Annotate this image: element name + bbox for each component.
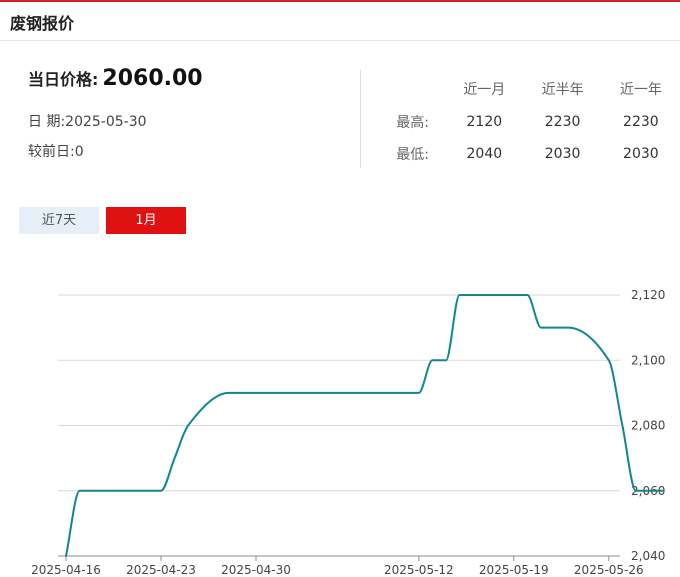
today-price: 当日价格: 2060.00 xyxy=(28,66,203,91)
high-year: 2230 xyxy=(623,114,659,130)
high-low-table: 近一月 近半年 近一年 最高: 2120 2230 2230 最低: 2040 … xyxy=(380,72,680,170)
y-tick-label: 2,080 xyxy=(631,419,665,433)
high-month: 2120 xyxy=(466,114,503,130)
day-change: 较前日:0 xyxy=(28,144,84,160)
col-header-half-year: 近半年 xyxy=(541,82,584,98)
high-half-year: 2230 xyxy=(544,114,581,130)
x-tick-label: 2025-04-23 xyxy=(126,563,196,577)
y-tick-label: 2,120 xyxy=(631,288,665,302)
stats-row-high: 最高: 2120 2230 2230 xyxy=(380,106,680,138)
tab-7-days[interactable]: 近7天 xyxy=(19,207,99,234)
tab-1-month[interactable]: 1月 xyxy=(106,207,186,234)
col-header-year: 近一年 xyxy=(619,82,662,98)
x-tick-label: 2025-04-16 xyxy=(31,563,101,577)
price-line-chart: 2,0402,0602,0802,1002,1202025-04-16 2025-… xyxy=(31,288,665,577)
row-label-low: 最低: xyxy=(396,147,429,163)
col-header-month: 近一月 xyxy=(463,82,506,98)
today-price-label: 当日价格: xyxy=(28,70,99,89)
x-tick-label: 2025-04-30 xyxy=(221,563,291,577)
price-date: 日 期:2025-05-30 xyxy=(28,114,147,130)
stats-corner-cell xyxy=(380,72,445,106)
x-tick-label: 2025-05-12 xyxy=(384,563,454,577)
page-header: 废钢报价 xyxy=(0,2,680,41)
row-label-high: 最高: xyxy=(396,115,429,131)
y-tick-label: 2,100 xyxy=(631,353,665,367)
today-price-value: 2060.00 xyxy=(102,66,203,91)
x-tick-label: 2025-05-19 xyxy=(479,563,549,577)
y-tick-label: 2,040 xyxy=(631,549,665,563)
low-half-year: 2030 xyxy=(544,146,581,162)
x-tick-label: 2025-05-26 xyxy=(574,563,644,577)
stats-row-low: 最低: 2040 2030 2030 xyxy=(380,138,680,170)
stats-header-row: 近一月 近半年 近一年 xyxy=(380,72,680,106)
summary-divider xyxy=(360,70,361,168)
page-title: 废钢报价 xyxy=(10,14,75,33)
low-year: 2030 xyxy=(623,146,659,162)
low-month: 2040 xyxy=(466,146,503,162)
